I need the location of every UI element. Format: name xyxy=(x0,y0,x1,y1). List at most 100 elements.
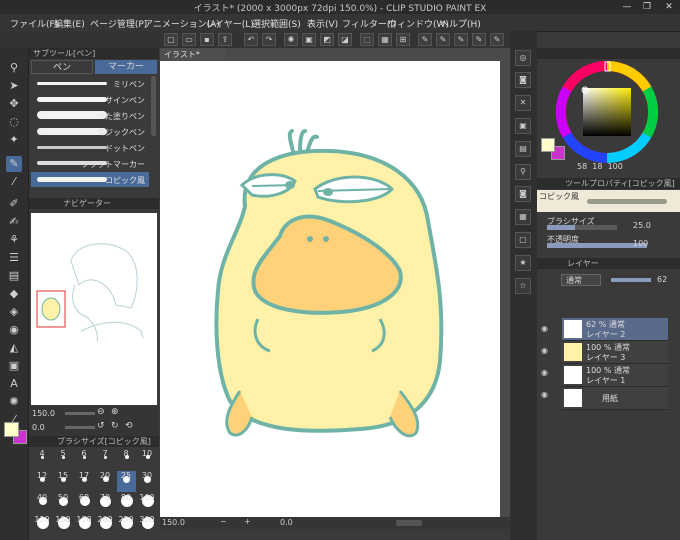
blend-mode-select[interactable]: 通常 xyxy=(561,274,601,286)
layer-row-selected[interactable]: 62 % 通常 レイヤー 2 xyxy=(562,318,668,341)
brush-size-cell[interactable]: 300 xyxy=(138,515,157,536)
eyedropper-tool-icon[interactable]: ⁄ xyxy=(6,174,22,190)
tab-marker[interactable]: マーカー xyxy=(95,60,157,74)
gradient-tool-icon[interactable]: ▤ xyxy=(6,268,22,284)
brush-size-cell[interactable]: 150 xyxy=(54,515,73,536)
brush-item[interactable]: フラットマーカー xyxy=(31,156,149,171)
color-indicator[interactable] xyxy=(0,420,28,460)
opacity-slider[interactable] xyxy=(547,243,647,248)
zoom-slider[interactable] xyxy=(65,412,95,415)
brush-item[interactable]: マジックペン xyxy=(31,124,149,139)
deselect-icon[interactable]: ⬚ xyxy=(360,33,374,46)
brush-size-cell[interactable]: 170 xyxy=(75,515,94,536)
brush-size-cell[interactable]: 120 xyxy=(33,515,52,536)
brush-item[interactable]: ミリペン xyxy=(31,76,149,91)
color-wheel[interactable] xyxy=(555,60,659,164)
close-button[interactable]: ✕ xyxy=(660,0,678,14)
tab-pen[interactable]: ペン xyxy=(31,60,93,74)
horizontal-scrollbar[interactable] xyxy=(396,520,422,526)
blend-tool-icon[interactable]: ◉ xyxy=(6,322,22,338)
layer-row[interactable]: 100 % 通常 レイヤー 3 xyxy=(562,341,668,364)
redo-icon[interactable]: ↷ xyxy=(262,33,276,46)
maximize-button[interactable]: ❐ xyxy=(638,0,656,14)
brush-size-cell[interactable]: 40 xyxy=(33,493,52,514)
rotate-left-icon[interactable]: ↺ xyxy=(97,421,105,431)
layer-row[interactable]: 100 % 通常 レイヤー 1 xyxy=(562,364,668,387)
brush-size-cell[interactable]: 15 xyxy=(54,471,73,492)
status-rotation[interactable]: 0.0 xyxy=(280,518,293,527)
reset-rotation-icon[interactable]: ⟲ xyxy=(125,421,133,431)
brush-size-cell[interactable]: 20 xyxy=(96,471,115,492)
brush-size-cell[interactable]: 50 xyxy=(54,493,73,514)
menu-view[interactable]: 表示(V) xyxy=(307,17,338,30)
brush-size-cell[interactable]: 12 xyxy=(33,471,52,492)
brush-size-slider[interactable] xyxy=(547,225,617,230)
brush-size-cell[interactable]: 10 xyxy=(138,449,157,470)
navigator-preview[interactable] xyxy=(31,213,157,405)
brush-size-cell[interactable]: 7 xyxy=(96,449,115,470)
brush-size-cell[interactable]: 30 xyxy=(138,471,157,492)
subtool-scrollbar[interactable] xyxy=(151,76,156,136)
eraser-tool-icon[interactable]: ◆ xyxy=(6,286,22,302)
figure-tool-icon[interactable]: ◭ xyxy=(6,340,22,356)
move-tool-icon[interactable]: ✥ xyxy=(6,96,22,112)
pencil-tool-icon[interactable]: ✐ xyxy=(6,196,22,212)
snap-grid-icon[interactable]: ✎ xyxy=(436,33,450,46)
open-folder-icon[interactable]: ▭ xyxy=(182,33,196,46)
brush-size-cell[interactable]: 5 xyxy=(54,449,73,470)
menu-edit[interactable]: 編集(E) xyxy=(54,17,85,30)
snap-perspective-icon[interactable]: ✎ xyxy=(472,33,486,46)
visibility-eye-icon[interactable]: ◉ xyxy=(541,390,551,400)
snapshot-icon[interactable]: ◙ xyxy=(515,186,531,202)
opacity-value[interactable]: 100 xyxy=(633,239,648,248)
lasso-tool-icon[interactable]: ◌ xyxy=(6,114,22,130)
visibility-eye-icon[interactable]: ◉ xyxy=(541,346,551,356)
zoom-value[interactable]: 150.0 xyxy=(32,409,62,418)
brush-item-selected[interactable]: コピック風 xyxy=(31,172,149,187)
material-icon[interactable]: ▦ xyxy=(515,209,531,225)
preview-icon[interactable]: ▢ xyxy=(515,232,531,248)
panel-main-color[interactable] xyxy=(541,138,555,152)
main-color-swatch[interactable] xyxy=(4,422,19,437)
star-icon[interactable]: ★ xyxy=(515,255,531,271)
rotation-slider[interactable] xyxy=(65,426,95,429)
snap-other-icon[interactable]: ✎ xyxy=(490,33,504,46)
decoration-tool-icon[interactable]: ☰ xyxy=(6,250,22,266)
brush-size-cell[interactable]: 80 xyxy=(117,493,136,514)
brush-item[interactable]: サインペン xyxy=(31,92,149,107)
menu-selection[interactable]: 選択範囲(S) xyxy=(252,17,301,30)
transform-icon[interactable]: ◪ xyxy=(338,33,352,46)
pen-tool-icon[interactable]: ✎ xyxy=(6,156,22,172)
brush-size-cell[interactable]: 17 xyxy=(75,471,94,492)
brush-item[interactable]: べた塗りペン xyxy=(31,108,149,123)
history-icon[interactable]: ▤ xyxy=(515,141,531,157)
status-zoom-in-icon[interactable]: + xyxy=(244,517,251,526)
brush-size-cell[interactable]: 200 xyxy=(96,515,115,536)
export-icon[interactable]: ⇪ xyxy=(218,33,232,46)
undo-icon[interactable]: ↶ xyxy=(244,33,258,46)
layer-opacity-slider[interactable] xyxy=(611,278,651,282)
document-canvas[interactable] xyxy=(160,61,500,518)
brush-item[interactable]: ドットペン xyxy=(31,140,149,155)
zoom-out-icon[interactable]: ⊖ xyxy=(97,407,105,417)
clear-outside-icon[interactable]: ▣ xyxy=(302,33,316,46)
menu-layer[interactable]: レイヤー(L) xyxy=(206,17,254,30)
brush-size-cell[interactable]: 100 xyxy=(138,493,157,514)
fill-icon[interactable]: ◩ xyxy=(320,33,334,46)
status-zoom-out-icon[interactable]: − xyxy=(220,517,227,526)
snap-ruler-icon[interactable]: ✎ xyxy=(418,33,432,46)
star-outline-icon[interactable]: ☆ xyxy=(515,278,531,294)
brush-size-cell[interactable]: 250 xyxy=(117,515,136,536)
wand-tool-icon[interactable]: ✦ xyxy=(6,132,22,148)
snap-special-icon[interactable]: ✎ xyxy=(454,33,468,46)
fill-tool-icon[interactable]: ◈ xyxy=(6,304,22,320)
layer-row-paper[interactable]: 用紙 xyxy=(562,387,668,410)
search-icon[interactable]: ⚲ xyxy=(515,164,531,180)
visibility-eye-icon[interactable]: ◉ xyxy=(541,324,551,334)
brush-size-cell[interactable]: 4 xyxy=(33,449,52,470)
layer-opacity-value[interactable]: 62 xyxy=(657,275,667,284)
status-zoom[interactable]: 150.0 xyxy=(162,518,185,527)
zoom-in-icon[interactable]: ⊕ xyxy=(111,407,119,417)
brush-size-cell[interactable]: 25 xyxy=(117,471,136,492)
brush-size-cell[interactable]: 8 xyxy=(117,449,136,470)
